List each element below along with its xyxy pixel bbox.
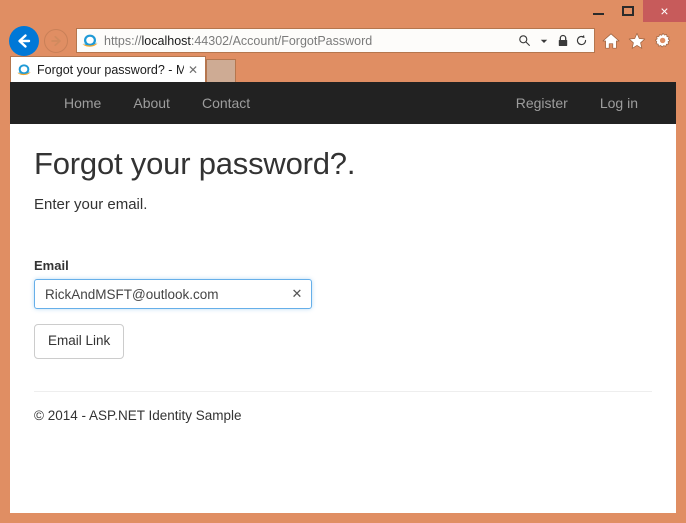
navbar-right-links: Register Log in (500, 82, 654, 124)
nav-link-register[interactable]: Register (500, 82, 584, 124)
address-bar[interactable]: https://localhost:44302/Account/ForgotPa… (76, 28, 595, 53)
internet-explorer-logo-icon (82, 34, 98, 47)
lock-glyph-icon (558, 34, 567, 46)
gear-glyph-icon (655, 32, 671, 47)
page-container: Forgot your password?. Enter your email.… (10, 146, 676, 423)
email-field-wrapper: ✕ (34, 279, 312, 309)
tab-close-icon[interactable]: ✕ (184, 61, 202, 79)
email-link-button[interactable]: Email Link (34, 324, 125, 359)
close-icon: × (660, 3, 669, 19)
navbar-left-links: Home About Contact (48, 82, 266, 124)
tab-title: Forgot your password? - M... (37, 62, 184, 77)
back-arrow-icon (18, 34, 31, 48)
email-label: Email (34, 258, 69, 273)
refresh-icon[interactable] (573, 31, 590, 51)
forward-arrow-icon (51, 35, 61, 47)
minimize-icon (592, 12, 604, 15)
url-text: https://localhost:44302/Account/ForgotPa… (104, 34, 516, 48)
search-glyph-icon (519, 35, 530, 46)
nav-link-contact[interactable]: Contact (186, 82, 266, 124)
footer-divider (34, 390, 652, 392)
chevron-down-icon[interactable] (535, 31, 552, 51)
tab-strip: Forgot your password? - M... ✕ (0, 56, 686, 82)
forgot-password-form: Email ✕ Email Link (34, 258, 652, 359)
footer-copyright: © 2014 - ASP.NET Identity Sample (34, 407, 242, 423)
internet-explorer-logo-icon (17, 63, 31, 75)
home-icon[interactable] (600, 30, 622, 52)
browser-toolbar: https://localhost:44302/Account/ForgotPa… (0, 22, 686, 58)
email-input[interactable] (34, 279, 312, 309)
search-icon[interactable] (516, 31, 533, 51)
browser-window: × https://localhost:44302/Account/Forgot… (0, 0, 686, 523)
maximize-button[interactable] (613, 0, 643, 22)
title-bar: × (0, 0, 686, 22)
lock-icon[interactable] (554, 31, 571, 51)
url-path: :44302/Account/ForgotPassword (190, 33, 373, 48)
page-subtitle: Enter your email. (34, 196, 148, 213)
clear-input-icon[interactable]: ✕ (288, 285, 306, 303)
page-viewport: Home About Contact Register Log in Forgo… (10, 82, 676, 513)
browser-toolbar-icons (600, 28, 674, 53)
url-host: localhost (141, 33, 191, 48)
favorites-star-icon[interactable] (626, 30, 648, 52)
address-bar-icons (516, 31, 590, 51)
refresh-glyph-icon (576, 34, 587, 46)
back-button[interactable] (9, 26, 39, 56)
new-tab-button[interactable] (206, 59, 236, 82)
settings-gear-icon[interactable] (652, 30, 674, 52)
minimize-button[interactable] (583, 0, 613, 22)
site-navbar: Home About Contact Register Log in (10, 82, 676, 124)
star-glyph-icon (628, 32, 646, 49)
forward-button[interactable] (44, 29, 68, 53)
nav-link-about[interactable]: About (117, 82, 186, 124)
caret-glyph-icon (540, 39, 547, 43)
nav-link-home[interactable]: Home (48, 82, 117, 124)
url-scheme: https:// (104, 33, 142, 48)
nav-link-login[interactable]: Log in (584, 82, 654, 124)
home-glyph-icon (602, 32, 620, 49)
maximize-icon (622, 6, 634, 16)
browser-tab[interactable]: Forgot your password? - M... ✕ (10, 56, 206, 82)
page-title: Forgot your password?. (34, 146, 356, 181)
close-button[interactable]: × (643, 0, 686, 22)
